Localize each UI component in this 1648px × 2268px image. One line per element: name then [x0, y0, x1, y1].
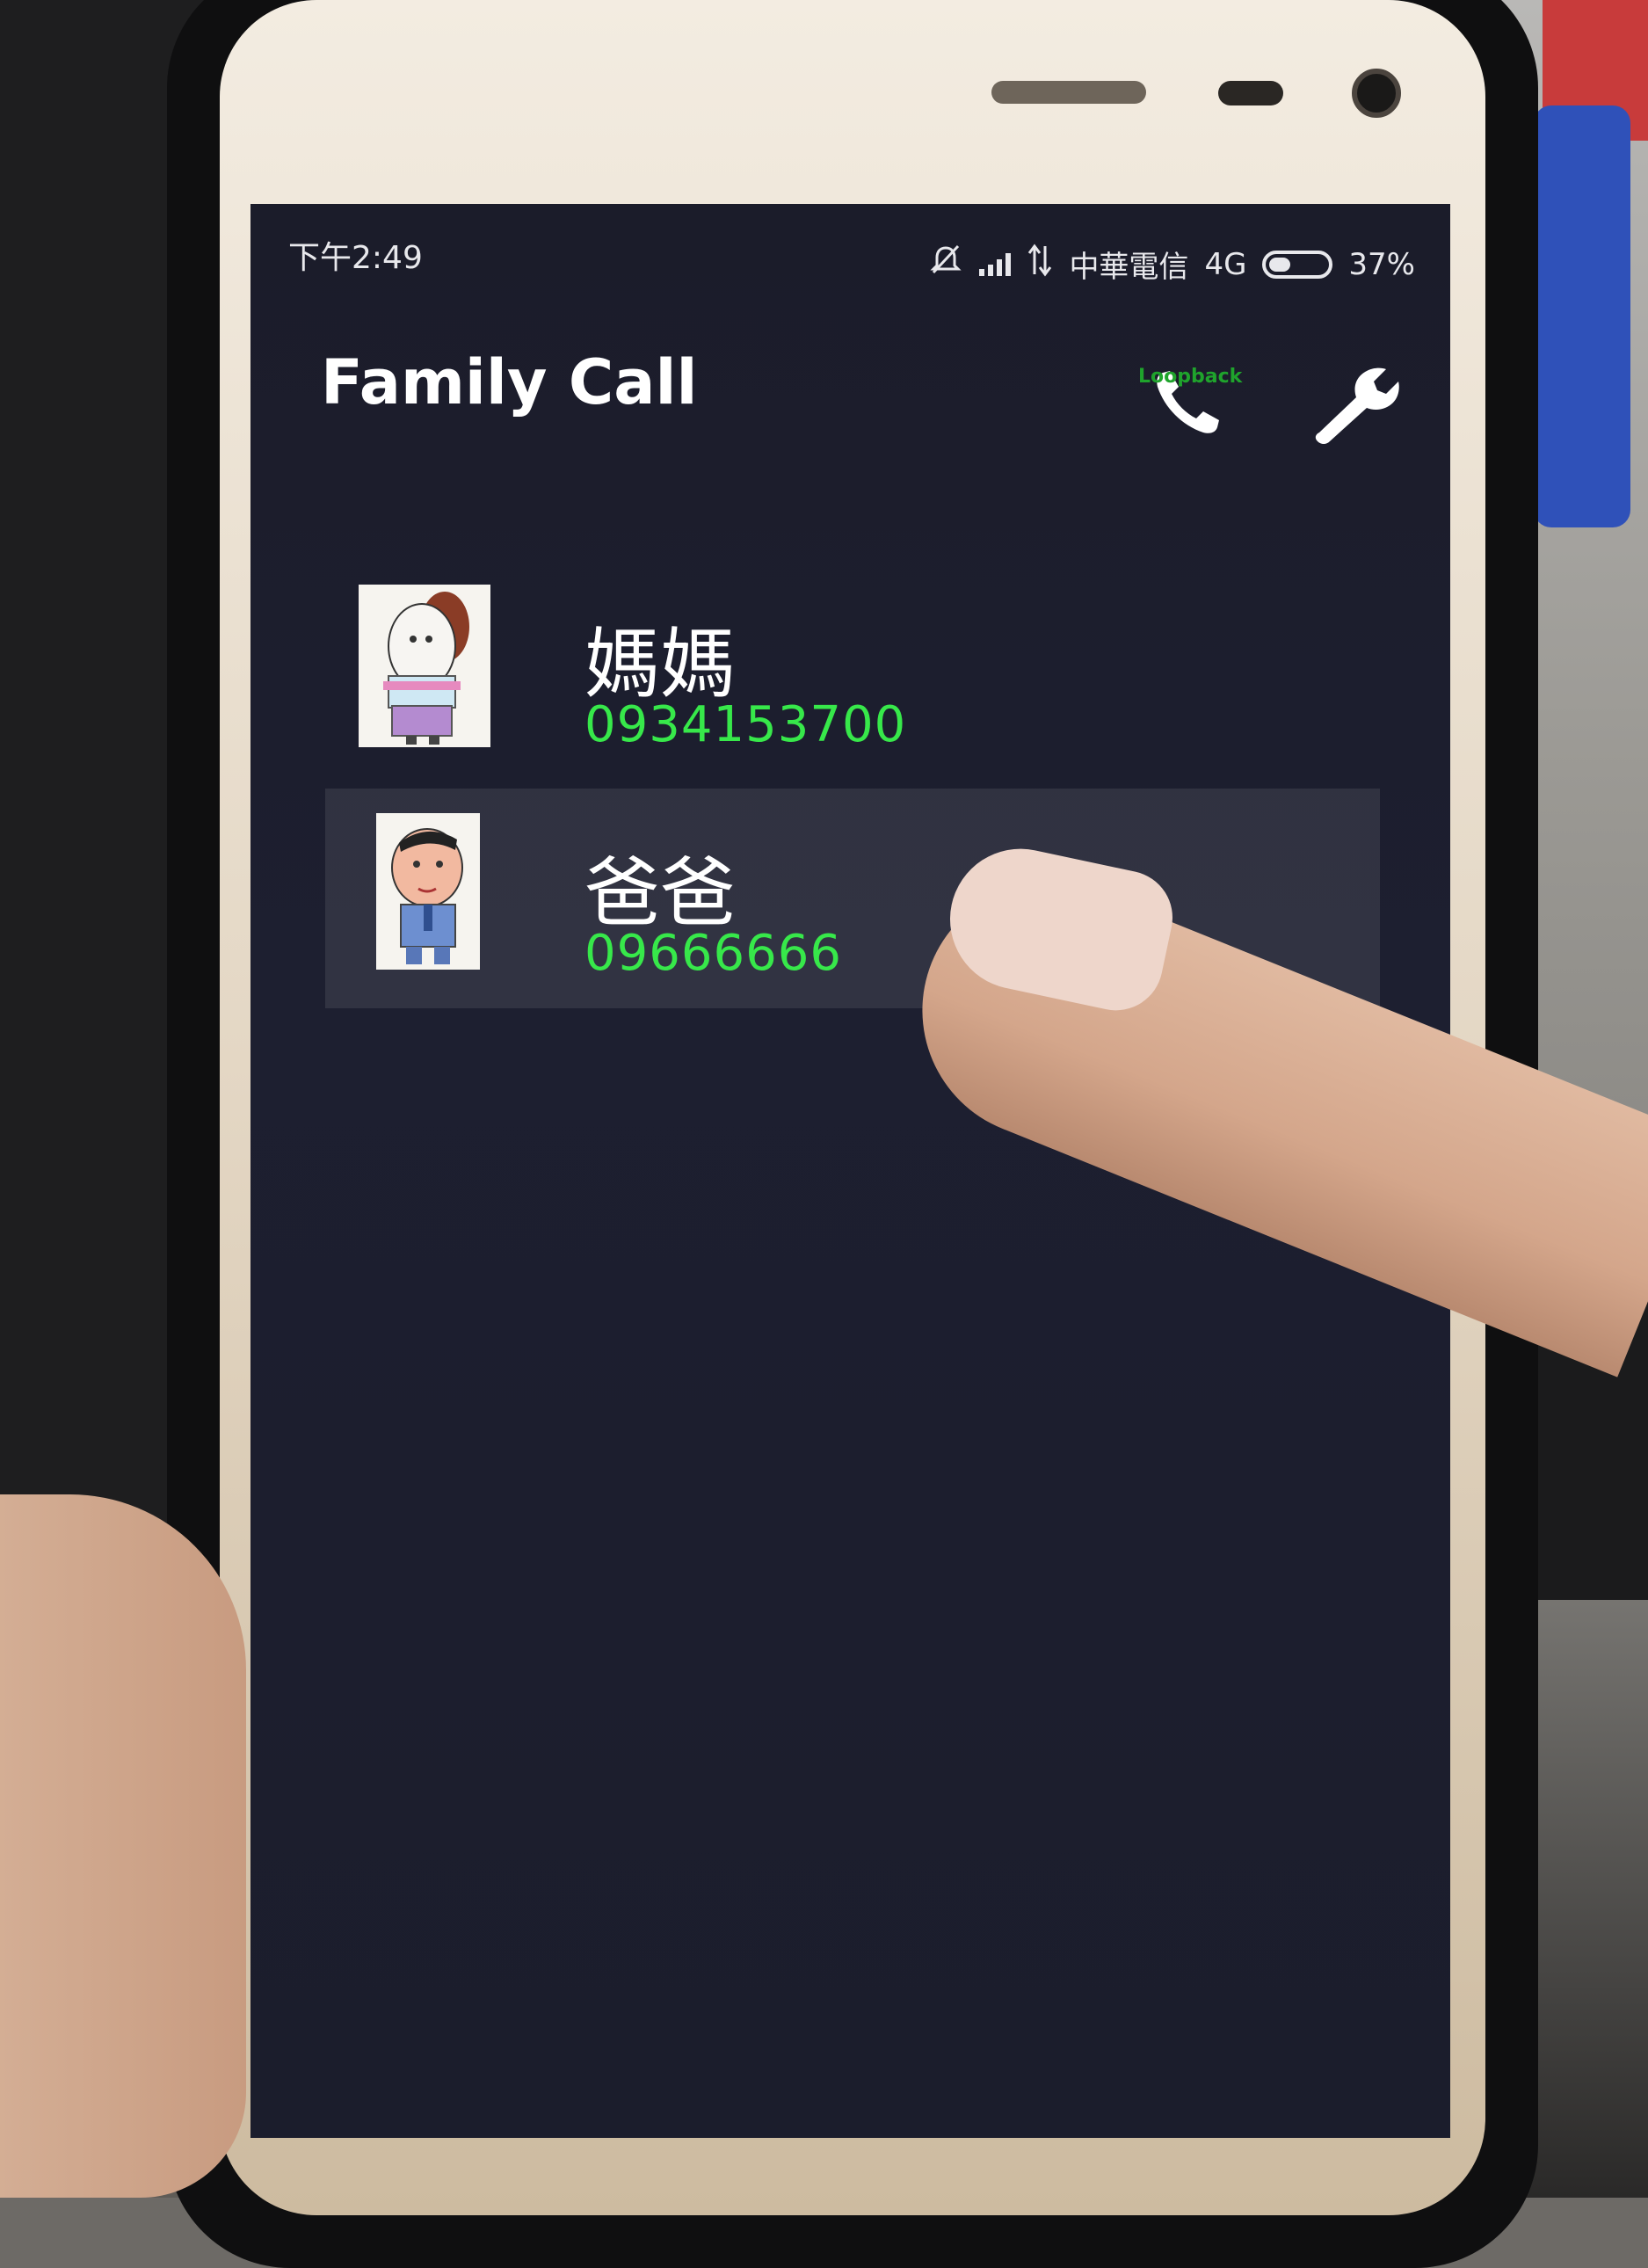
- background-blue-object: [1534, 105, 1630, 527]
- contact-row-mom[interactable]: 媽媽 0934153700: [325, 560, 1380, 780]
- proximity-sensor: [1218, 81, 1283, 105]
- holding-thumb: [0, 1494, 246, 2198]
- app-title: Family Call: [321, 346, 698, 418]
- avatar: [376, 813, 480, 970]
- loopback-call-button[interactable]: Loopback: [1138, 353, 1244, 450]
- battery-icon: [1262, 250, 1333, 279]
- front-camera: [1352, 69, 1401, 118]
- avatar: [359, 585, 490, 747]
- battery-percent: 37%: [1348, 246, 1415, 282]
- signal-strength-icon: [979, 252, 1012, 276]
- settings-button[interactable]: [1305, 353, 1402, 450]
- contact-phone: 09666666: [584, 925, 843, 982]
- wrench-icon: [1315, 367, 1399, 444]
- data-transfer-icon: [1027, 243, 1053, 286]
- status-icons: 中華電信 4G 37%: [928, 243, 1415, 286]
- earpiece-speaker: [991, 81, 1146, 104]
- loopback-label: Loopback: [1138, 366, 1243, 388]
- carrier-name: 中華電信: [1069, 250, 1189, 285]
- status-bar: 下午2:49 中華電信 4G 37%: [250, 204, 1450, 301]
- status-time: 下午2:49: [288, 240, 423, 276]
- contact-phone: 0934153700: [584, 696, 907, 753]
- network-type: 4G: [1204, 246, 1247, 282]
- silent-bell-icon: [928, 243, 963, 286]
